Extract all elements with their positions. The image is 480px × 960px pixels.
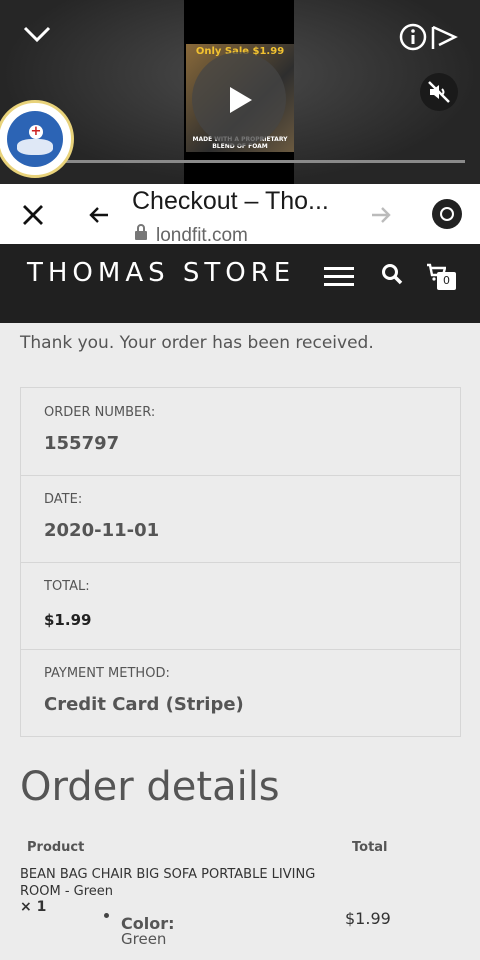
bullet-dot: [104, 913, 109, 918]
order-details-title: Order details: [20, 764, 280, 810]
chrome-icon[interactable]: [432, 199, 462, 229]
chevron-down-icon[interactable]: [22, 24, 52, 48]
close-icon[interactable]: [22, 204, 44, 230]
product-quantity: × 1: [20, 899, 47, 915]
column-header-product: Product: [27, 840, 85, 855]
order-number-value: 155797: [44, 433, 120, 454]
chrome-icon-center: [440, 207, 454, 221]
tab-title: Checkout – Tho...: [132, 187, 329, 215]
logo-globe: +: [7, 111, 63, 167]
cart-count-badge: 0: [437, 272, 456, 290]
search-icon[interactable]: [381, 263, 403, 289]
payment-method-row: PAYMENT METHOD: Credit Card (Stripe): [21, 649, 460, 736]
order-total-label: TOTAL:: [44, 579, 90, 594]
logo-cross: +: [29, 124, 43, 139]
logo-map: [17, 139, 53, 155]
back-arrow-icon[interactable]: [88, 206, 110, 228]
order-date-value: 2020-11-01: [44, 520, 160, 541]
video-ad[interactable]: Only Sale $1.99 MADE WITH A PROPRIETARY …: [0, 0, 480, 184]
order-number-label: ORDER NUMBER:: [44, 405, 156, 420]
order-total-value: $1.99: [44, 611, 92, 629]
forward-arrow-icon: [370, 206, 392, 228]
lock-icon: [134, 224, 148, 244]
payment-method-label: PAYMENT METHOD:: [44, 666, 170, 681]
order-overview: ORDER NUMBER: 155797 DATE: 2020-11-01 TO…: [20, 387, 461, 737]
order-total-row: TOTAL: $1.99: [21, 562, 460, 650]
column-header-total: Total: [352, 840, 388, 855]
hamburger-menu-icon[interactable]: [324, 266, 354, 292]
order-date-label: DATE:: [44, 492, 83, 507]
order-date-row: DATE: 2020-11-01: [21, 475, 460, 563]
store-logo-text[interactable]: THOMAS STORE: [27, 258, 295, 288]
line-item-total: $1.99: [345, 909, 391, 928]
payment-method-value: Credit Card (Stripe): [44, 694, 244, 715]
variation-value: Green: [121, 930, 167, 948]
info-icon[interactable]: [398, 22, 428, 56]
play-button[interactable]: [192, 52, 286, 146]
adchoices-icon[interactable]: [430, 24, 458, 56]
order-received-message: Thank you. Your order has been received.: [20, 333, 374, 353]
product-name-link[interactable]: BEAN BAG CHAIR BIG SOFA PORTABLE LIVING …: [20, 866, 320, 900]
ad-progress-bar: [40, 160, 465, 163]
order-number-row: ORDER NUMBER: 155797: [21, 388, 460, 476]
mute-icon[interactable]: [420, 73, 458, 111]
